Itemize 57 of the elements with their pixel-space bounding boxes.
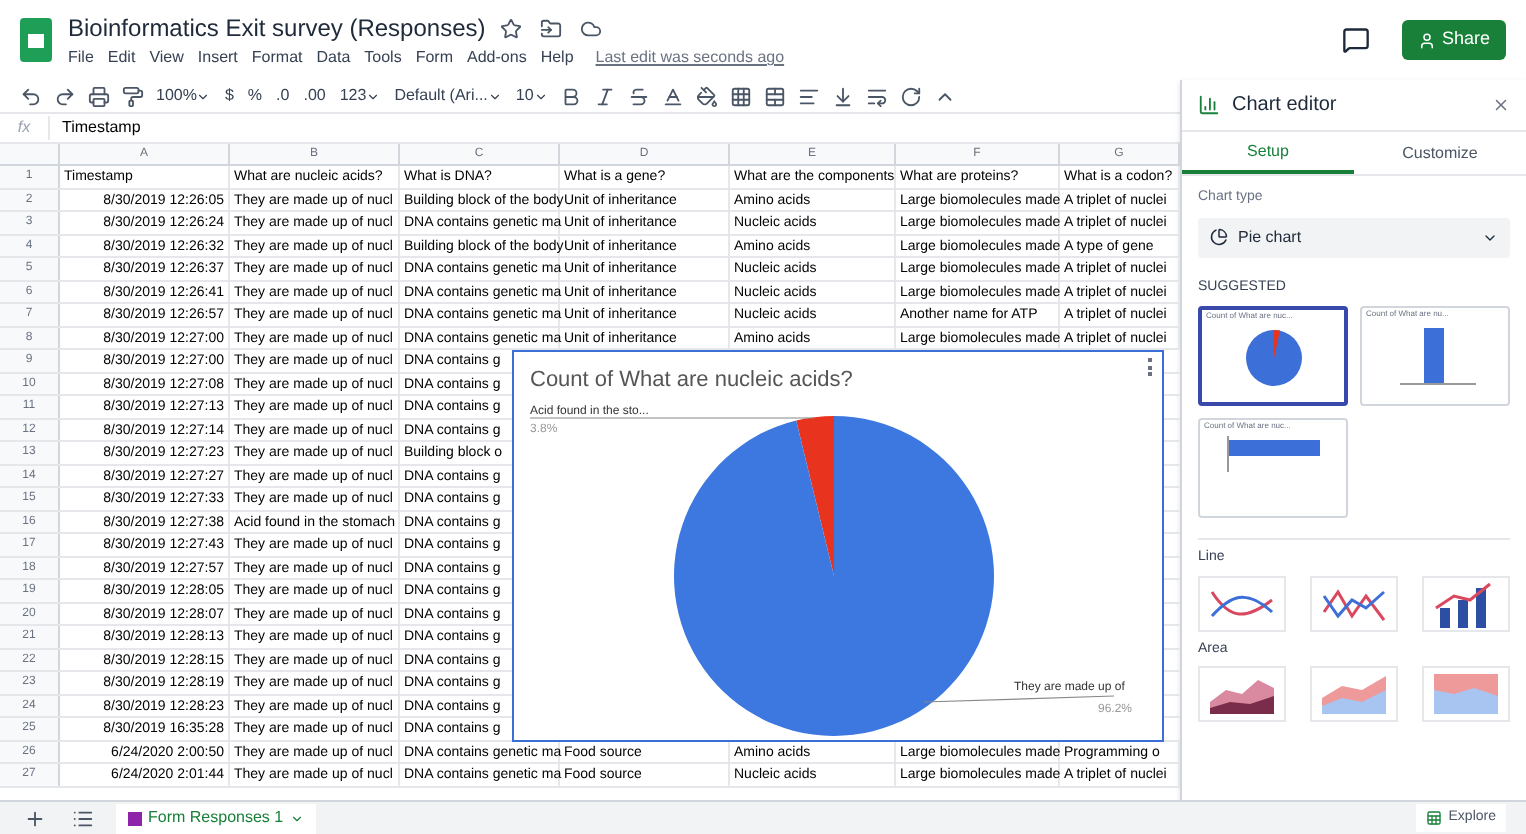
menu-item[interactable]: Format — [251, 46, 303, 70]
caret-icon — [533, 89, 548, 103]
form-icon — [128, 811, 142, 825]
menu-item[interactable]: Insert — [197, 46, 238, 70]
fill-color-icon[interactable] — [693, 82, 722, 110]
percent-button[interactable]: % — [243, 82, 267, 110]
comments-icon[interactable] — [1341, 26, 1370, 54]
more-icon[interactable] — [1148, 358, 1154, 376]
caret-icon — [196, 89, 211, 103]
caret-icon — [289, 811, 304, 825]
share-button[interactable]: Share — [1401, 20, 1506, 60]
decimal-decrease-button[interactable]: .0 — [272, 82, 294, 110]
explore-icon — [1426, 810, 1443, 826]
menu-item[interactable]: Data — [316, 46, 351, 70]
caret-icon — [487, 89, 502, 103]
last-edit-link[interactable]: Last edit was seconds ago — [595, 46, 785, 70]
panel-title: Chart editor — [1232, 92, 1339, 120]
move-icon[interactable] — [537, 14, 566, 42]
menu-item[interactable]: Tools — [364, 46, 402, 70]
chart-icon — [1198, 94, 1220, 116]
close-icon[interactable] — [1492, 96, 1510, 114]
formula-field[interactable]: Timestamp — [48, 116, 1180, 140]
star-icon[interactable] — [497, 14, 526, 42]
number-format-dropdown[interactable]: 123 — [335, 82, 385, 110]
font-size-dropdown[interactable]: 10 — [511, 82, 552, 110]
menu-item[interactable]: Edit — [107, 46, 136, 70]
merge-icon[interactable] — [761, 82, 790, 110]
decimal-increase-button[interactable]: .00 — [299, 82, 330, 110]
area-chart-icon — [1430, 670, 1502, 718]
sheet-tab[interactable]: Form Responses 1 — [116, 803, 316, 833]
tab[interactable]: Setup — [1182, 132, 1354, 174]
rotate-icon[interactable] — [897, 82, 926, 110]
function-icon: fx — [0, 116, 48, 140]
chart-type-option[interactable] — [1310, 575, 1398, 631]
chart-type-dropdown[interactable]: Pie chart — [1198, 217, 1510, 257]
document-title[interactable]: Bioinformatics Exit survey (Responses) — [68, 10, 486, 46]
paint-format-icon[interactable] — [118, 82, 146, 110]
area-chart-icon — [1318, 670, 1390, 718]
caret-icon — [366, 89, 381, 103]
sheets-logo-icon[interactable] — [20, 18, 52, 62]
menu-item[interactable]: File — [68, 46, 94, 70]
zoom-dropdown[interactable]: 100% — [152, 82, 215, 110]
chart-type-option[interactable] — [1198, 575, 1286, 631]
menu-item[interactable]: Form — [415, 46, 454, 70]
menu-item[interactable]: View — [149, 46, 184, 70]
tab[interactable]: Customize — [1354, 132, 1526, 174]
print-icon[interactable] — [84, 82, 112, 110]
bar-thumbnail-icon — [1223, 432, 1323, 476]
pie-chart-icon — [1210, 228, 1228, 246]
menu-item[interactable]: Help — [540, 46, 574, 70]
menu-item[interactable]: Add-ons — [467, 46, 527, 70]
font-dropdown[interactable]: Default (Ari... — [390, 82, 506, 110]
chart-type-option[interactable] — [1422, 575, 1510, 631]
currency-button[interactable]: $ — [220, 82, 238, 110]
person-icon — [1417, 31, 1436, 49]
chart-type-option[interactable] — [1198, 666, 1286, 722]
borders-icon[interactable] — [727, 82, 756, 110]
